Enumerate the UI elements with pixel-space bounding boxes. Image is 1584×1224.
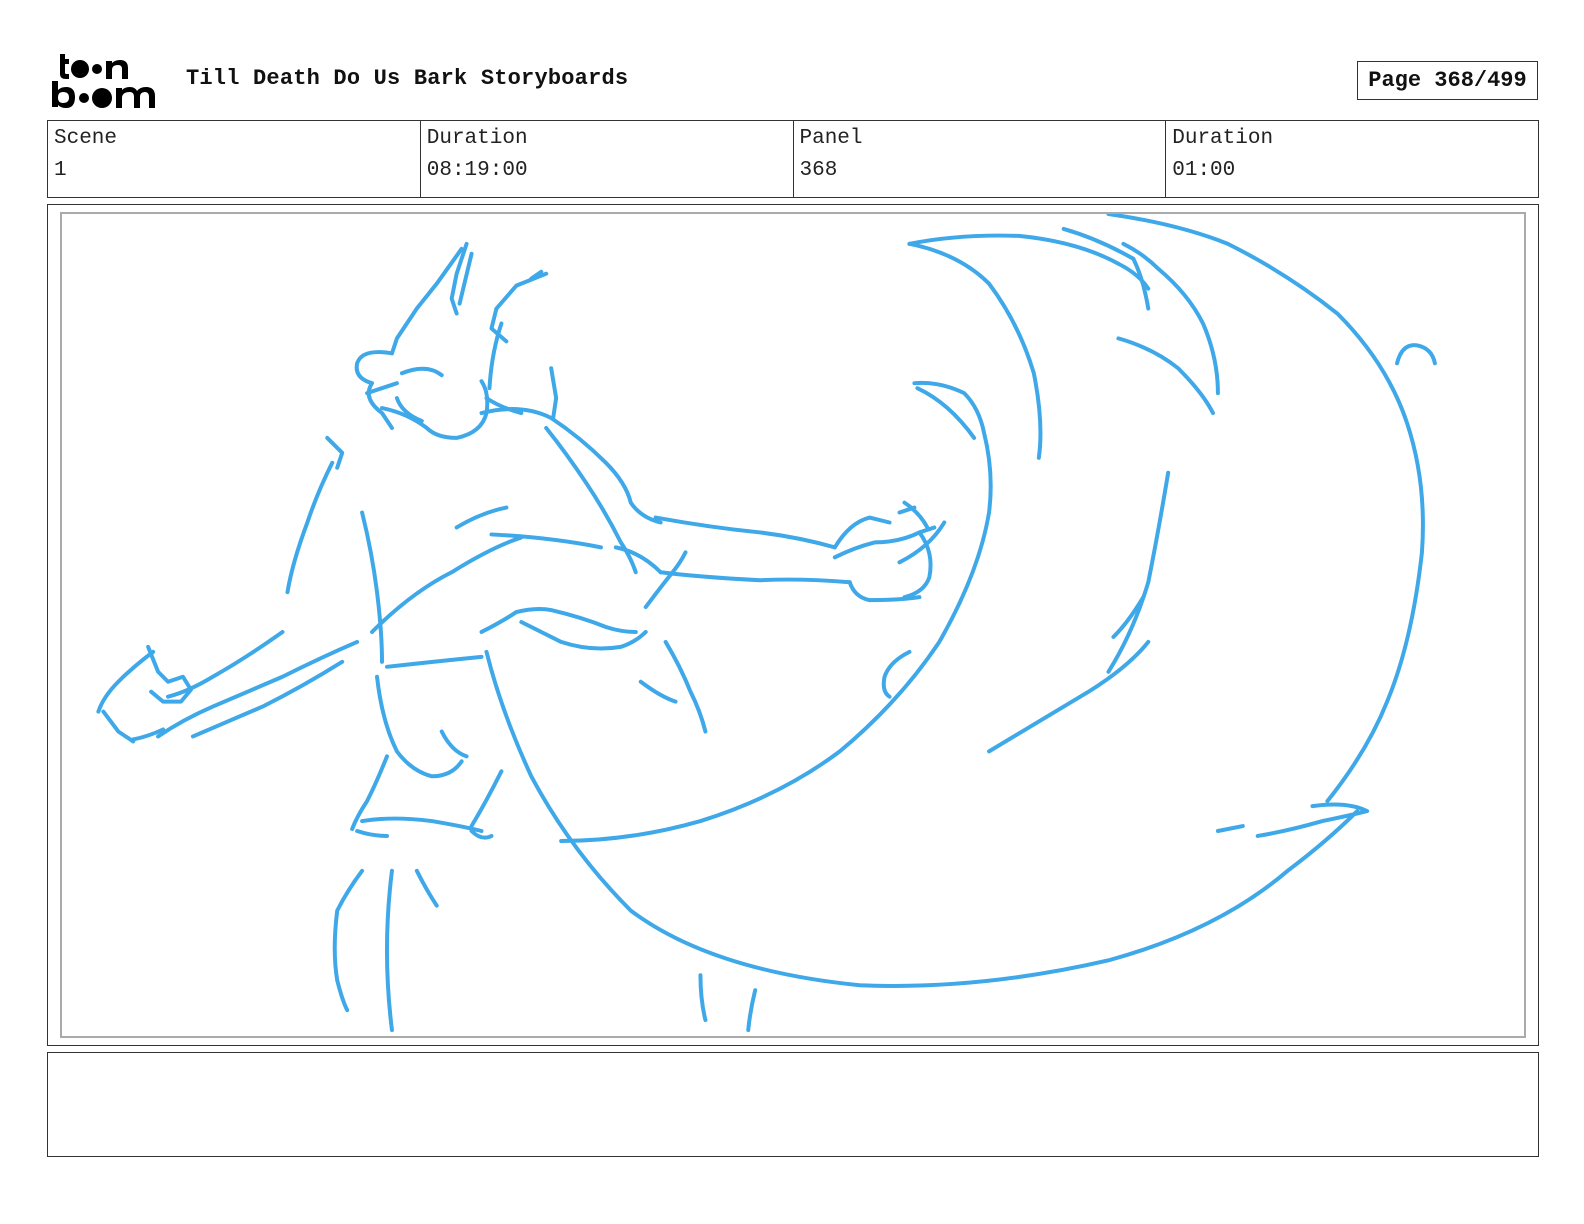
storyboard-panel-frame — [47, 204, 1539, 1046]
page-indicator: Page 368/499 — [1357, 61, 1538, 100]
document-title: Till Death Do Us Bark Storyboards — [186, 66, 629, 91]
scene-duration-cell: Duration 08:19:00 — [421, 121, 794, 197]
scene-label: Scene — [54, 127, 118, 150]
panel-duration-cell: Duration 01:00 — [1166, 121, 1538, 197]
scene-duration-label: Duration — [426, 127, 528, 150]
panel-duration-value: 01:00 — [1172, 159, 1236, 182]
storyboard-panel-image — [60, 212, 1526, 1038]
toonboom-logo-icon — [52, 54, 155, 108]
sketch-drawing — [96, 214, 1437, 1033]
panel-label: Panel — [799, 127, 863, 150]
panel-cell: Panel 368 — [794, 121, 1167, 197]
scene-value: 1 — [54, 159, 67, 182]
panel-value: 368 — [799, 159, 838, 182]
panel-duration-label: Duration — [1172, 127, 1274, 150]
info-table: Scene 1 Duration 08:19:00 Panel 368 Dura… — [47, 120, 1539, 198]
scene-cell: Scene 1 — [48, 121, 421, 197]
scene-duration-value: 08:19:00 — [426, 159, 528, 182]
toonboom-logo — [50, 50, 165, 112]
panel-notes-box — [47, 1052, 1539, 1157]
